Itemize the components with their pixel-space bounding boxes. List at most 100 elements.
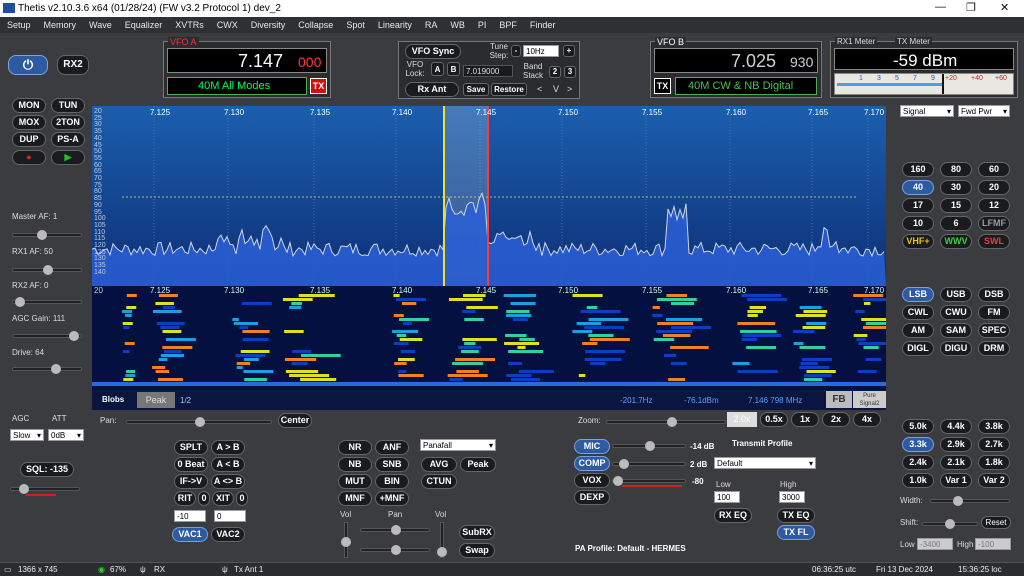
vox-button[interactable]: VOX bbox=[574, 473, 610, 488]
slider-knob[interactable] bbox=[19, 484, 29, 494]
vfo-sync-button[interactable]: VFO Sync bbox=[405, 44, 461, 59]
xit-value[interactable]: 0 bbox=[214, 510, 246, 522]
blob-page[interactable]: 1/2 bbox=[180, 396, 191, 405]
mic-slider[interactable] bbox=[612, 441, 686, 451]
mode-button-dsb[interactable]: DSB bbox=[978, 287, 1010, 302]
transmit-profile-select[interactable]: Default bbox=[714, 457, 816, 469]
display-mode-select[interactable]: Panafall bbox=[420, 439, 496, 451]
menu-bpf[interactable]: BPF bbox=[499, 20, 517, 30]
band-button-vhf[interactable]: VHF+ bbox=[902, 234, 934, 249]
vfo-b-display[interactable]: 7.025 930 bbox=[654, 48, 818, 73]
xit-button[interactable]: XIT bbox=[212, 491, 234, 506]
slider-knob[interactable] bbox=[341, 537, 351, 547]
sql-slider[interactable] bbox=[10, 484, 80, 494]
zoom-4x-button[interactable]: 4x bbox=[853, 412, 881, 427]
save-button[interactable]: Save bbox=[463, 83, 489, 96]
panadapter[interactable] bbox=[92, 106, 886, 410]
zoom-2x-preset-button[interactable]: 2x bbox=[822, 412, 850, 427]
snb-button[interactable]: SNB bbox=[375, 457, 409, 472]
filter-button-27k[interactable]: 2.7k bbox=[978, 437, 1010, 452]
plus-mnf-button[interactable]: +MNF bbox=[375, 491, 409, 506]
zero-beat-button[interactable]: 0 Beat bbox=[174, 457, 208, 472]
play-button[interactable]: ▶ bbox=[51, 150, 85, 165]
filter-button-var2[interactable]: Var 2 bbox=[978, 473, 1010, 488]
rit-button[interactable]: RIT bbox=[174, 491, 196, 506]
menu-wb[interactable]: WB bbox=[450, 20, 465, 30]
rit-value[interactable]: -10 bbox=[174, 510, 206, 522]
band-button-12[interactable]: 12 bbox=[978, 198, 1010, 213]
vol2-slider[interactable] bbox=[437, 522, 447, 558]
tx-low-input[interactable]: 100 bbox=[714, 491, 740, 503]
center-button[interactable]: Center bbox=[278, 413, 312, 428]
mode-button-cwu[interactable]: CWU bbox=[940, 305, 972, 320]
vfo-b-tx-button[interactable]: TX bbox=[654, 78, 671, 94]
rx-eq-button[interactable]: RX EQ bbox=[714, 508, 752, 523]
fb-button[interactable]: FB bbox=[826, 391, 852, 408]
mode-button-fm[interactable]: FM bbox=[978, 305, 1010, 320]
slider-knob[interactable] bbox=[15, 297, 25, 307]
shift-slider[interactable] bbox=[922, 519, 978, 529]
band-button-30[interactable]: 30 bbox=[940, 180, 972, 195]
band-stack-prev[interactable]: < bbox=[537, 84, 542, 94]
band-stack-list[interactable]: V bbox=[553, 84, 559, 94]
band-button-20[interactable]: 20 bbox=[978, 180, 1010, 195]
filter-button-21k[interactable]: 2.1k bbox=[940, 455, 972, 470]
slider-knob[interactable] bbox=[619, 459, 629, 469]
mode-button-usb[interactable]: USB bbox=[940, 287, 972, 302]
master-af-slider[interactable] bbox=[12, 230, 82, 240]
agc-select[interactable]: Slow bbox=[10, 429, 44, 441]
rit-clear-button[interactable]: 0 bbox=[198, 491, 210, 506]
menu-cwx[interactable]: CWX bbox=[217, 20, 238, 30]
anf-button[interactable]: ANF bbox=[375, 440, 409, 455]
power-button[interactable]: ⏻ bbox=[8, 55, 48, 75]
slider-knob[interactable] bbox=[43, 265, 53, 275]
rx-ant-button[interactable]: Rx Ant bbox=[405, 82, 459, 97]
band-button-wwv[interactable]: WWV bbox=[940, 234, 972, 249]
tune-step-value[interactable]: 10Hz bbox=[523, 45, 559, 57]
pan-slider[interactable] bbox=[126, 417, 272, 427]
vac2-button[interactable]: VAC2 bbox=[211, 527, 245, 542]
pan-sub-slider-2[interactable] bbox=[360, 545, 430, 555]
blobs-button[interactable]: Blobs bbox=[102, 395, 124, 404]
filter-button-18k[interactable]: 1.8k bbox=[978, 455, 1010, 470]
tune-step-plus[interactable]: + bbox=[563, 45, 575, 57]
menu-diversity[interactable]: Diversity bbox=[251, 20, 286, 30]
filter-button-38k[interactable]: 3.8k bbox=[978, 419, 1010, 434]
tx-meter-select[interactable]: Fwd Pwr bbox=[958, 105, 1010, 117]
slider-knob[interactable] bbox=[195, 417, 205, 427]
minimize-icon[interactable]: — bbox=[935, 1, 946, 13]
restore-button[interactable]: Restore bbox=[491, 83, 527, 96]
mox-button[interactable]: MOX bbox=[12, 115, 46, 130]
band-button-17[interactable]: 17 bbox=[902, 198, 934, 213]
agc-gain-slider[interactable] bbox=[12, 331, 82, 341]
band-button-80[interactable]: 80 bbox=[940, 162, 972, 177]
menu-spot[interactable]: Spot bbox=[346, 20, 365, 30]
slider-knob[interactable] bbox=[51, 364, 61, 374]
zoom-0.5x-button[interactable]: 0.5x bbox=[760, 412, 788, 427]
att-select[interactable]: 0dB bbox=[48, 429, 84, 441]
rx1-af-slider[interactable] bbox=[12, 265, 82, 275]
filter-low-input[interactable]: -3400 bbox=[917, 538, 953, 550]
a-to-b-button[interactable]: A > B bbox=[211, 440, 245, 455]
tx-high-input[interactable]: 3000 bbox=[779, 491, 805, 503]
width-slider[interactable] bbox=[930, 496, 1010, 506]
mode-button-cwl[interactable]: CWL bbox=[902, 305, 934, 320]
vfo-lock-a-button[interactable]: A bbox=[431, 62, 444, 76]
rx2-button[interactable]: RX2 bbox=[57, 55, 89, 75]
vfo-lock-b-button[interactable]: B bbox=[447, 62, 460, 76]
menu-ra[interactable]: RA bbox=[425, 20, 438, 30]
mode-button-sam[interactable]: SAM bbox=[940, 323, 972, 338]
menu-finder[interactable]: Finder bbox=[530, 20, 556, 30]
mic-button[interactable]: MIC bbox=[574, 439, 610, 454]
avg-button[interactable]: AVG bbox=[421, 457, 457, 472]
comp-button[interactable]: COMP bbox=[574, 456, 610, 471]
filter-button-var1[interactable]: Var 1 bbox=[940, 473, 972, 488]
if-to-v-button[interactable]: IF->V bbox=[174, 474, 208, 489]
menu-setup[interactable]: Setup bbox=[7, 20, 31, 30]
peak-button[interactable]: Peak bbox=[137, 392, 175, 408]
menu-xvtrs[interactable]: XVTRs bbox=[175, 20, 204, 30]
dup-button[interactable]: DUP bbox=[12, 132, 46, 147]
band-stack-next[interactable]: > bbox=[567, 84, 572, 94]
band-button-160[interactable]: 160 bbox=[902, 162, 934, 177]
menu-wave[interactable]: Wave bbox=[89, 20, 112, 30]
